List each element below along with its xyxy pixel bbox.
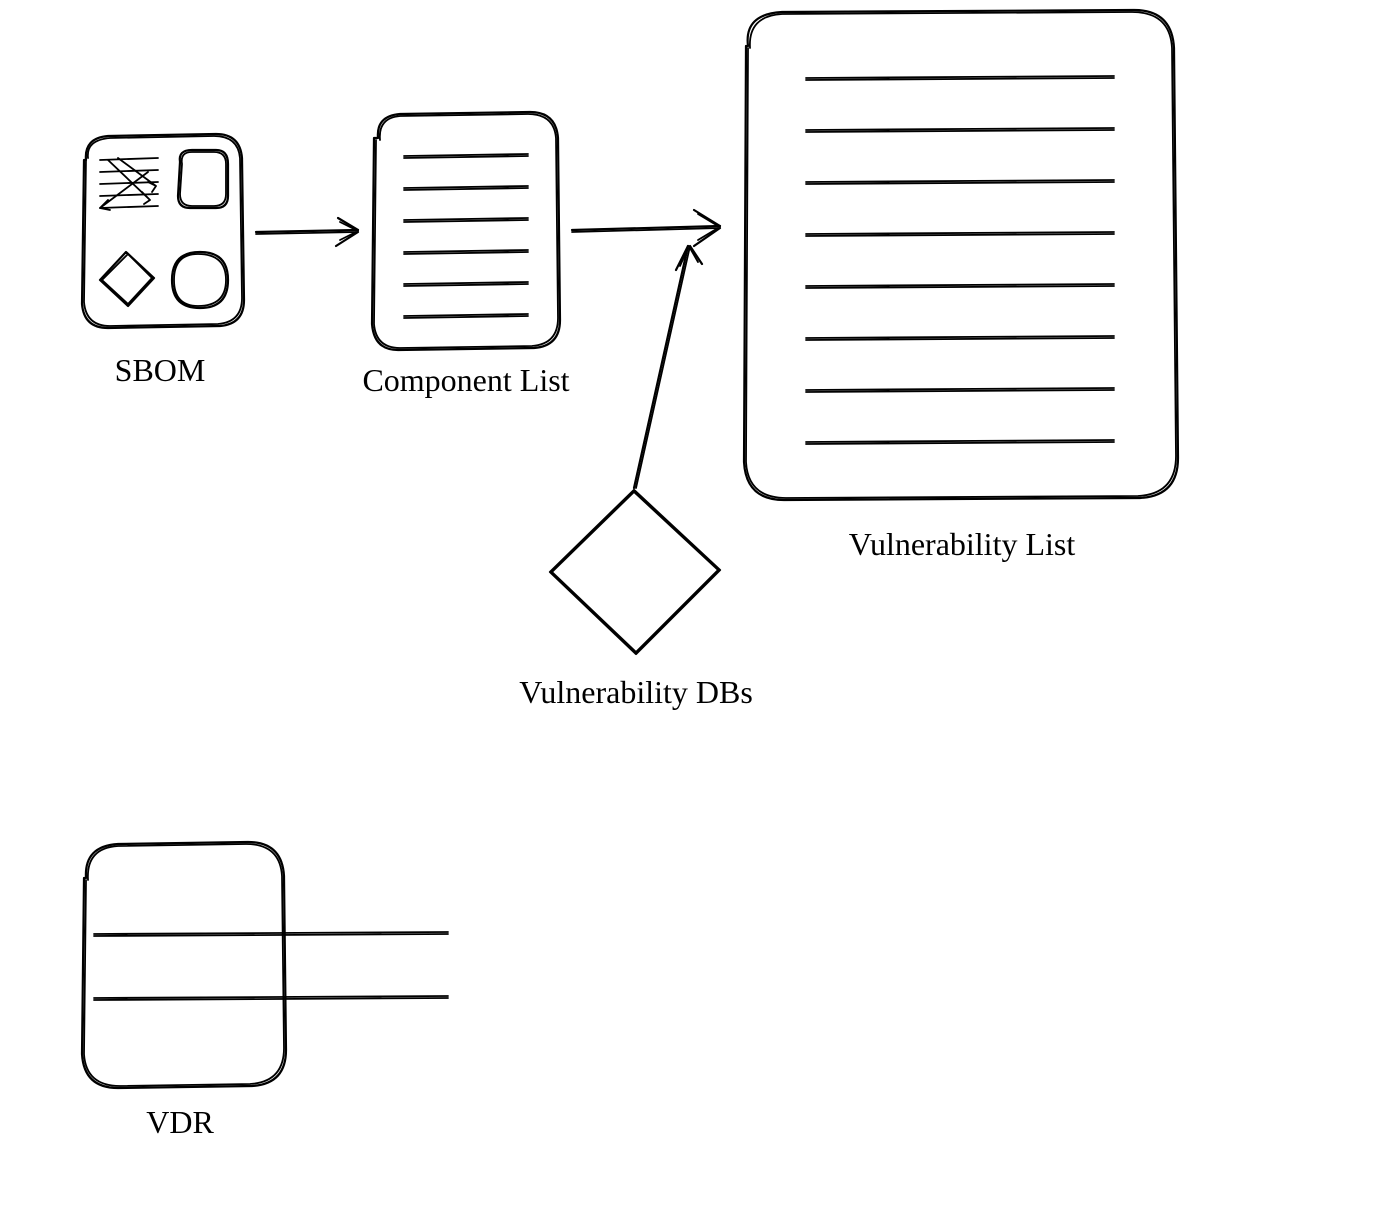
node-vdr [82,842,448,1088]
node-vulnerability-list [744,10,1178,500]
node-vulnerability-dbs [550,490,720,654]
node-sbom [82,134,244,328]
sbom-circle-icon [172,252,228,308]
label-vdr: VDR [146,1104,214,1140]
label-component-list: Component List [362,362,569,398]
label-sbom: SBOM [115,352,206,388]
label-vulnerability-dbs: Vulnerability DBs [519,674,753,710]
arrow-component-to-vuln [572,210,720,246]
diagram-canvas: SBOM Component List [0,0,1400,1225]
sbom-diamond-icon [100,252,154,306]
sbom-square-icon [178,150,228,208]
label-vulnerability-list: Vulnerability List [849,526,1076,562]
sbom-lines-icon [100,158,158,210]
node-component-list [372,112,560,350]
arrow-dbs-to-vuln [634,246,702,488]
arrow-sbom-to-component [256,218,358,246]
